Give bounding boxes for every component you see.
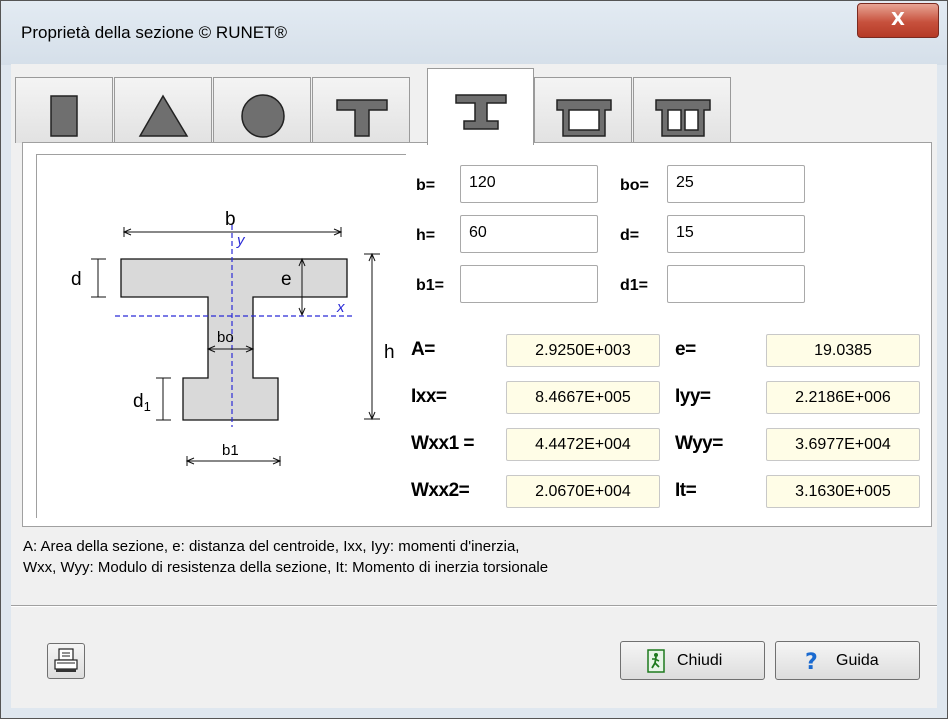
tab-t-section[interactable] (312, 77, 410, 143)
label-Wxx2: Wxx2= (411, 480, 470, 501)
chiudi-label: Chiudi (677, 652, 723, 669)
svg-text:?: ? (805, 650, 818, 673)
chiudi-button[interactable]: Chiudi (620, 641, 765, 680)
section-shape (120, 258, 348, 421)
label-Wxx1: Wxx1 = (411, 433, 475, 454)
close-icon: X (891, 9, 905, 30)
label-Ixx: Ixx= (411, 386, 447, 407)
result-Iyy: 2.2186E+006 (766, 381, 920, 414)
section-diagram: b y d e x bo h d1 b1 (36, 154, 406, 518)
label-d1-input: d1= (620, 277, 649, 294)
d-input[interactable]: 15 (667, 215, 805, 253)
printer-icon (54, 648, 78, 672)
box-section-icon (556, 99, 612, 137)
label-h: h (384, 342, 395, 363)
t-section-icon (336, 99, 388, 137)
b-input[interactable]: 120 (460, 165, 598, 203)
close-window-button[interactable]: X (857, 3, 939, 38)
guida-label: Guida (836, 652, 879, 669)
result-Wxx2: 2.0670E+004 (506, 475, 660, 508)
result-Wyy: 3.6977E+004 (766, 428, 920, 461)
result-e: 19.0385 (766, 334, 920, 367)
exit-door-icon (647, 649, 665, 673)
label-d-input: d= (620, 227, 640, 244)
b1-input[interactable] (460, 265, 598, 303)
label-b1-input: b1= (416, 277, 445, 294)
label-d1: d1 (133, 391, 151, 414)
result-Ixx: 8.4667E+005 (506, 381, 660, 414)
label-b-input: b= (416, 177, 436, 194)
double-box-section-icon (655, 99, 711, 137)
i-section-icon (455, 94, 507, 130)
dialog-client: b y d e x bo h d1 b1 b= 120 bo= 25 h= 60… (11, 64, 937, 708)
label-x: x (336, 299, 345, 316)
result-Wxx1: 4.4472E+004 (506, 428, 660, 461)
label-e: e= (675, 339, 696, 360)
label-A: A= (411, 339, 435, 360)
legend-line-1: A: Area della sezione, e: distanza del c… (23, 538, 520, 555)
label-d: d (71, 269, 82, 290)
label-y: y (236, 232, 246, 249)
i-section-drawing: b y d e x bo h d1 b1 (71, 209, 395, 466)
bo-input[interactable]: 25 (667, 165, 805, 203)
tab-circle[interactable] (213, 77, 311, 143)
legend-line-2: Wxx, Wyy: Modulo di resistenza della sez… (23, 559, 549, 576)
label-b: b (225, 209, 236, 230)
section-panel: b y d e x bo h d1 b1 b= 120 bo= 25 h= 60… (22, 142, 932, 527)
title-bar: Proprietà della sezione © RUNET® X (1, 1, 947, 65)
tab-double-box-section[interactable] (633, 77, 731, 143)
triangle-section-icon (138, 94, 189, 137)
result-A: 2.9250E+003 (506, 334, 660, 367)
label-h-input: h= (416, 227, 436, 244)
tab-rectangle[interactable] (15, 77, 113, 143)
rectangle-section-icon (50, 95, 78, 137)
dialog-window: Proprietà della sezione © RUNET® X b y d… (0, 0, 948, 719)
label-It: It= (675, 480, 697, 501)
circle-section-icon (241, 94, 285, 138)
label-bo: bo (217, 329, 234, 346)
tab-box-section[interactable] (534, 77, 632, 143)
print-button[interactable] (47, 643, 85, 679)
label-b1: b1 (222, 442, 239, 459)
legend-text: A: Area della sezione, e: distanza del c… (23, 536, 923, 578)
d1-input[interactable] (667, 265, 805, 303)
label-bo-input: bo= (620, 177, 649, 194)
guida-button[interactable]: ? Guida (775, 641, 920, 680)
result-It: 3.1630E+005 (766, 475, 920, 508)
label-e: e (281, 269, 292, 290)
tab-i-section[interactable] (427, 68, 534, 145)
help-icon: ? (805, 650, 818, 673)
tab-triangle[interactable] (114, 77, 212, 143)
label-Iyy: Iyy= (675, 386, 711, 407)
h-input[interactable]: 60 (460, 215, 598, 253)
window-title: Proprietà della sezione © RUNET® (21, 23, 287, 42)
label-Wyy: Wyy= (675, 433, 723, 454)
